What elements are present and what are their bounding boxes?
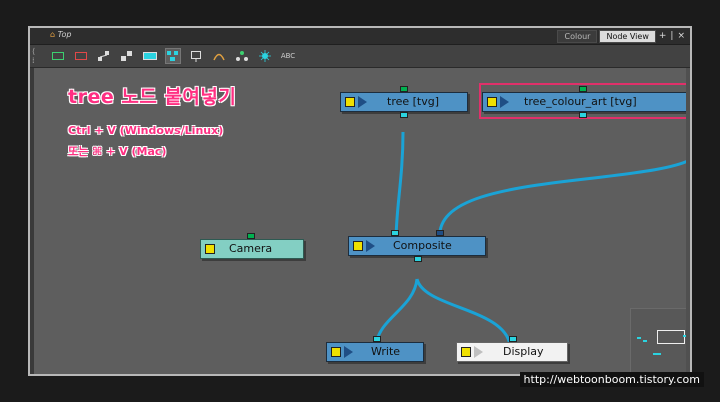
node-label: tree [tvg]	[387, 95, 440, 108]
home-icon: ⌂	[50, 30, 56, 39]
window-titlebar: ⌂ Top Colour Node View + | ×	[30, 28, 690, 45]
vertical-scrollbar[interactable]	[686, 68, 690, 374]
navigator-thumbnail[interactable]	[630, 308, 690, 374]
enable-toggle-icon[interactable]	[331, 347, 341, 357]
node-display[interactable]: Display	[456, 336, 568, 362]
play-arrow-icon	[474, 346, 483, 358]
annotation-title: tree 노드 붙여넣기	[68, 86, 237, 108]
drawing-node-icon[interactable]	[142, 48, 158, 64]
enable-toggle-icon[interactable]	[345, 97, 355, 107]
node-composite[interactable]: Composite	[348, 230, 486, 262]
group-node-icon[interactable]	[165, 48, 181, 64]
composite-node-icon[interactable]	[50, 48, 66, 64]
effects-icon[interactable]	[257, 48, 273, 64]
output-port[interactable]	[414, 256, 422, 262]
breadcrumb-label: Top	[57, 30, 72, 39]
deformation-icon[interactable]	[211, 48, 227, 64]
output-port[interactable]	[579, 112, 587, 118]
play-arrow-icon	[500, 96, 509, 108]
play-arrow-icon	[366, 240, 375, 252]
node-label: tree_colour_art [tvg]	[524, 95, 637, 108]
input-port-left[interactable]	[391, 230, 399, 236]
enable-toggle-icon[interactable]	[353, 241, 363, 251]
wire-colour-art-to-composite	[438, 158, 690, 242]
play-arrow-icon	[358, 96, 367, 108]
input-port[interactable]	[579, 86, 587, 92]
wire-composite-to-write	[374, 278, 419, 346]
node-camera[interactable]: Camera	[200, 233, 304, 259]
breadcrumb[interactable]: ⌂ Top	[50, 30, 72, 39]
tab-node-view[interactable]: Node View	[599, 29, 656, 43]
node-canvas[interactable]: tree 노드 붙여넣기 Ctrl + V (Windows/Linux) 또는…	[34, 68, 690, 374]
play-arrow-icon	[344, 346, 353, 358]
node-view-window: ⌂ Top Colour Node View + | × ⟨ ⁞ ABC tree…	[28, 26, 692, 376]
separator-icon: |	[670, 31, 674, 41]
node-label: Composite	[393, 239, 452, 252]
add-view-icon[interactable]: +	[658, 31, 668, 41]
view-tabs: Colour Node View + | ×	[557, 29, 686, 43]
node-toolbar: ⟨ ⁞ ABC	[30, 45, 690, 68]
watermark-url: http://webtoonboom.tistory.com	[519, 372, 704, 387]
input-port[interactable]	[400, 86, 408, 92]
annotation-shortcut-mac: 또는 ⌘ + V (Mac)	[68, 145, 167, 158]
abc-label-icon[interactable]: ABC	[280, 48, 296, 64]
node-label: Camera	[229, 242, 273, 255]
close-view-icon[interactable]: ×	[676, 31, 686, 41]
wire-composite-to-display	[415, 278, 512, 346]
toolbar-grip-icon[interactable]: ⟨ ⁞	[32, 47, 35, 65]
network-icon[interactable]	[234, 48, 250, 64]
input-port[interactable]	[247, 233, 255, 239]
color-card-icon[interactable]	[73, 48, 89, 64]
input-port[interactable]	[373, 336, 381, 342]
input-port[interactable]	[509, 336, 517, 342]
annotation-shortcut-windows: Ctrl + V (Windows/Linux)	[68, 124, 224, 137]
node-tree[interactable]: tree [tvg]	[340, 86, 468, 118]
enable-toggle-icon[interactable]	[487, 97, 497, 107]
node-write[interactable]: Write	[326, 336, 424, 362]
tab-colour[interactable]: Colour	[557, 29, 598, 43]
output-port[interactable]	[400, 112, 408, 118]
node-label: Display	[503, 345, 544, 358]
element-peg-icon[interactable]	[119, 48, 135, 64]
enable-toggle-icon[interactable]	[461, 347, 471, 357]
node-label: Write	[371, 345, 401, 358]
input-port-right[interactable]	[436, 230, 444, 236]
display-node-icon[interactable]	[188, 48, 204, 64]
peg-icon[interactable]	[96, 48, 112, 64]
wire-tree-to-composite	[394, 131, 405, 242]
enable-toggle-icon[interactable]	[205, 244, 215, 254]
node-tree-colour-art[interactable]: tree_colour_art [tvg]	[482, 86, 688, 118]
navigator-preview	[637, 335, 689, 355]
